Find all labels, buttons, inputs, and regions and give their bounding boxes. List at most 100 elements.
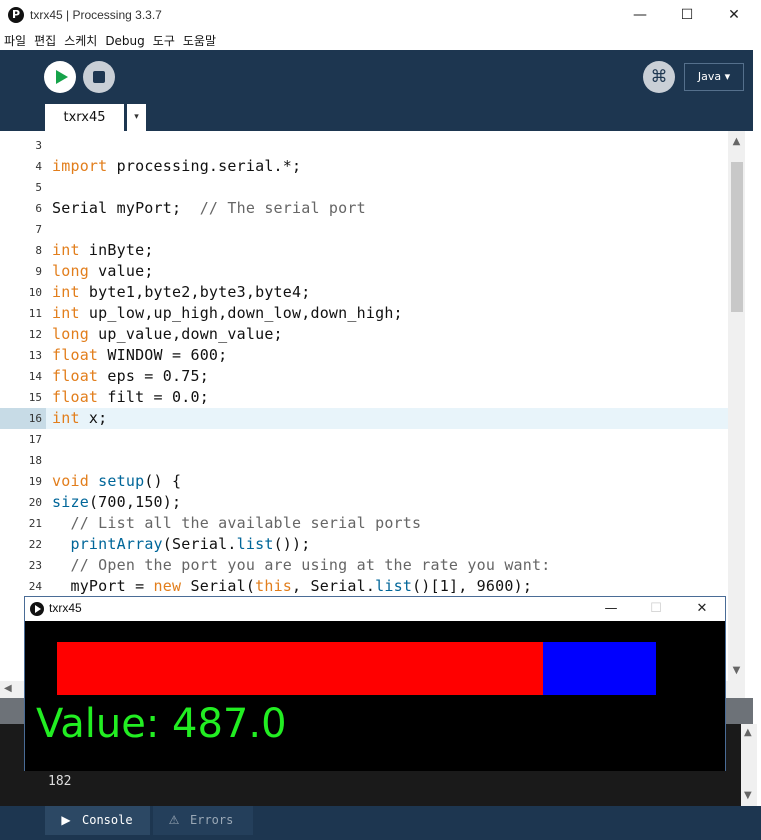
code-text: long value; xyxy=(52,262,154,280)
red-bar xyxy=(57,642,543,695)
menu-sketch[interactable]: 스케치 xyxy=(60,30,101,49)
line-number: 19 xyxy=(28,475,42,488)
tab-errors-label: Errors xyxy=(190,813,234,827)
sketch-maximize-button[interactable]: ☐ xyxy=(634,597,678,621)
line-number: 20 xyxy=(28,496,42,509)
tab-txrx45[interactable]: txrx45 xyxy=(45,104,124,131)
tab-menu-arrow-icon[interactable]: ▾ xyxy=(127,104,146,131)
blue-bar xyxy=(543,642,656,695)
code-line[interactable]: 7 xyxy=(0,219,728,240)
tab-errors[interactable]: ⚠ Errors xyxy=(153,806,253,835)
scroll-down-icon[interactable]: ▼ xyxy=(728,665,745,676)
menu-bar: 파일 편집 스케치 Debug 도구 도움말 xyxy=(0,30,761,50)
line-number: 14 xyxy=(28,370,42,383)
sketch-minimize-button[interactable]: — xyxy=(589,597,633,621)
code-line[interactable]: 20 size(700,150); xyxy=(0,492,728,513)
code-line[interactable]: 21 // List all the available serial port… xyxy=(0,513,728,534)
debug-butterfly-icon[interactable]: ⌘ xyxy=(643,61,675,93)
line-number: 16 xyxy=(0,408,46,429)
code-line[interactable]: 10 int byte1,byte2,byte3,byte4; xyxy=(0,282,728,303)
code-text: // Open the port you are using at the ra… xyxy=(70,556,551,574)
sketch-window: txrx45 — ☐ ✕ Value: 487.0 xyxy=(24,596,726,771)
code-text: int inByte; xyxy=(52,241,154,259)
line-number: 12 xyxy=(28,328,42,341)
warning-icon: ⚠ xyxy=(168,813,180,827)
code-text: float eps = 0.75; xyxy=(52,367,209,385)
line-number: 15 xyxy=(28,391,42,404)
code-line[interactable]: 12 long up_value,down_value; xyxy=(0,324,728,345)
code-line[interactable]: 23 // Open the port you are using at the… xyxy=(0,555,728,576)
code-text: Serial myPort; // The serial port xyxy=(52,199,366,217)
line-number: 11 xyxy=(28,307,42,320)
mode-selector[interactable]: Java ▾ xyxy=(684,63,744,91)
line-number: 18 xyxy=(28,454,42,467)
code-line[interactable]: 4 import processing.serial.*; xyxy=(0,156,728,177)
line-number: 13 xyxy=(28,349,42,362)
code-text: printArray(Serial.list()); xyxy=(70,535,311,553)
line-number: 6 xyxy=(35,202,42,215)
tab-console-label: Console xyxy=(82,813,133,827)
window-titlebar: P txrx45 | Processing 3.3.7 — ☐ ✕ xyxy=(0,0,761,30)
console-scrollbar[interactable]: ▲ ▼ xyxy=(741,724,757,806)
code-line[interactable]: 18 xyxy=(0,450,728,471)
code-line[interactable]: 22 printArray(Serial.list()); xyxy=(0,534,728,555)
code-line[interactable]: 5 xyxy=(0,177,728,198)
code-line[interactable]: 24 myPort = new Serial(this, Serial.list… xyxy=(0,576,728,597)
code-text: float WINDOW = 600; xyxy=(52,346,228,364)
maximize-button[interactable]: ☐ xyxy=(664,0,710,30)
line-number: 10 xyxy=(28,286,42,299)
code-text: int up_low,up_high,down_low,down_high; xyxy=(52,304,403,322)
sketch-canvas: Value: 487.0 xyxy=(25,621,725,771)
line-number: 4 xyxy=(35,160,42,173)
code-line[interactable]: 14 float eps = 0.75; xyxy=(0,366,728,387)
scroll-left-icon[interactable]: ◀ xyxy=(4,683,12,694)
line-number: 22 xyxy=(28,538,42,551)
code-line[interactable]: 16 int x; xyxy=(0,408,728,429)
menu-debug[interactable]: Debug xyxy=(101,32,148,48)
line-number: 17 xyxy=(28,433,42,446)
code-text: // List all the available serial ports xyxy=(70,514,422,532)
code-text: size(700,150); xyxy=(52,493,182,511)
code-line[interactable]: 9 long value; xyxy=(0,261,728,282)
console-scroll-up-icon[interactable]: ▲ xyxy=(744,727,752,738)
line-number: 3 xyxy=(35,139,42,152)
console-scroll-down-icon[interactable]: ▼ xyxy=(744,790,752,801)
line-number: 7 xyxy=(35,223,42,236)
code-text: myPort = new Serial(this, Serial.list()[… xyxy=(52,577,533,595)
line-number: 24 xyxy=(28,580,42,593)
code-line[interactable]: 17 xyxy=(0,429,728,450)
line-number: 8 xyxy=(35,244,42,257)
code-line[interactable]: 3 xyxy=(0,135,728,156)
code-text: void setup() { xyxy=(52,472,182,490)
menu-help[interactable]: 도움말 xyxy=(179,30,220,49)
run-button[interactable] xyxy=(44,61,76,93)
value-readout: Value: 487.0 xyxy=(36,701,287,747)
code-line[interactable]: 11 int up_low,up_high,down_low,down_high; xyxy=(0,303,728,324)
line-number: 9 xyxy=(35,265,42,278)
line-number: 21 xyxy=(28,517,42,530)
editor-scroll-thumb[interactable] xyxy=(731,162,743,312)
code-text: long up_value,down_value; xyxy=(52,325,283,343)
console-output: 182 xyxy=(48,774,72,789)
code-line[interactable]: 19 void setup() { xyxy=(0,471,728,492)
code-line[interactable]: 15 float filt = 0.0; xyxy=(0,387,728,408)
line-number: 23 xyxy=(28,559,42,572)
minimize-button[interactable]: — xyxy=(617,0,663,30)
code-line[interactable]: 13 float WINDOW = 600; xyxy=(0,345,728,366)
line-number: 5 xyxy=(35,181,42,194)
console-icon: ▶ xyxy=(61,813,71,827)
menu-file[interactable]: 파일 xyxy=(0,30,30,49)
code-line[interactable]: 6 Serial myPort; // The serial port xyxy=(0,198,728,219)
stop-button[interactable] xyxy=(83,61,115,93)
sketch-title: txrx45 xyxy=(49,601,82,615)
scroll-up-icon[interactable]: ▲ xyxy=(728,136,745,147)
sketch-titlebar: txrx45 — ☐ ✕ xyxy=(25,597,725,621)
code-line[interactable]: 8 int inByte; xyxy=(0,240,728,261)
menu-edit[interactable]: 편집 xyxy=(30,30,60,49)
code-text: int byte1,byte2,byte3,byte4; xyxy=(52,283,311,301)
window-title: txrx45 | Processing 3.3.7 xyxy=(30,8,162,22)
sketch-close-button[interactable]: ✕ xyxy=(680,597,724,621)
close-button[interactable]: ✕ xyxy=(711,0,757,30)
menu-tools[interactable]: 도구 xyxy=(149,30,179,49)
tab-console[interactable]: ▶ Console xyxy=(45,806,150,835)
